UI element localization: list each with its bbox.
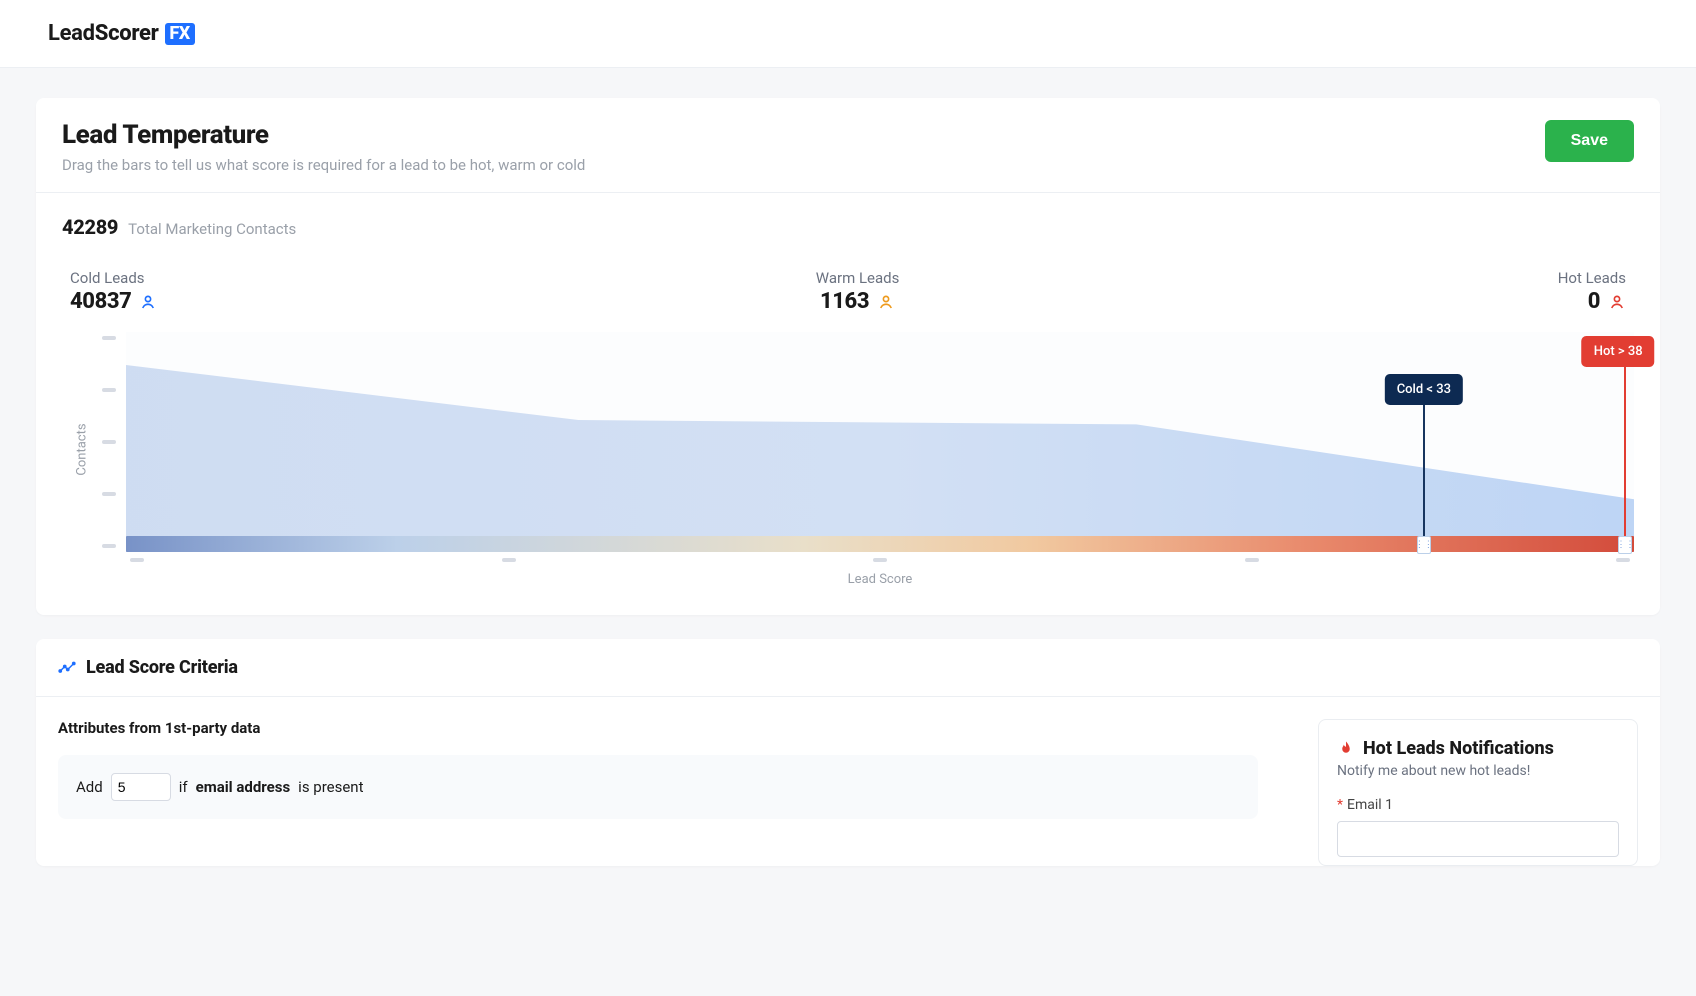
criteria-rules-column: Attributes from 1st-party data Add if em…	[58, 719, 1258, 866]
logo: LeadScorer FX	[48, 21, 195, 46]
rule-value-input[interactable]	[111, 773, 171, 801]
rule-attribute: email address	[196, 778, 291, 796]
logo-part-lead: Lead	[48, 21, 95, 46]
panel-header: Lead Temperature Drag the bars to tell u…	[36, 98, 1660, 193]
save-button[interactable]: Save	[1545, 120, 1634, 162]
criteria-header: Lead Score Criteria	[36, 639, 1660, 697]
total-contacts-value: 42289	[62, 215, 118, 239]
lead-score-criteria-panel: Lead Score Criteria Attributes from 1st-…	[36, 639, 1660, 866]
panel-title: Lead Temperature	[62, 120, 585, 150]
stat-hot: Hot Leads 0	[1558, 269, 1626, 314]
lead-temperature-panel: Lead Temperature Drag the bars to tell u…	[36, 98, 1660, 615]
person-icon	[877, 293, 895, 311]
x-axis-label: Lead Score	[126, 572, 1634, 587]
hot-notifications-title: Hot Leads Notifications	[1363, 738, 1554, 759]
email-input[interactable]	[1337, 821, 1619, 857]
y-axis-label: Contacts	[75, 423, 90, 475]
stat-hot-value: 0	[1588, 289, 1600, 314]
logo-part-scorer: Scorer	[95, 21, 159, 46]
score-gradient-bar	[126, 536, 1634, 552]
hot-threshold-flag: Hot > 38	[1582, 336, 1655, 367]
logo-text: LeadScorer	[48, 21, 159, 46]
stat-hot-label: Hot Leads	[1558, 269, 1626, 287]
hot-threshold-handle[interactable]: Hot > 38 ⋮⋮	[1624, 336, 1626, 552]
rule-suffix: is present	[298, 778, 363, 796]
criteria-title: Lead Score Criteria	[86, 657, 238, 678]
person-icon	[139, 293, 157, 311]
x-axis-ticks	[126, 552, 1634, 562]
top-bar: LeadScorer FX	[0, 0, 1696, 68]
cold-threshold-handle[interactable]: Cold < 33 ⋮⋮	[1423, 374, 1425, 552]
rule-prefix: Add	[76, 778, 103, 796]
stat-warm: Warm Leads 1163	[816, 269, 900, 314]
criteria-rule-row: Add if email address is present	[58, 755, 1258, 819]
logo-fx-badge: FX	[165, 23, 195, 45]
stat-cold-label: Cold Leads	[70, 269, 157, 287]
drag-handle-icon[interactable]: ⋮⋮	[1417, 536, 1431, 554]
total-contacts-row: 42289 Total Marketing Contacts	[62, 215, 1634, 239]
trend-icon	[58, 659, 76, 677]
person-icon	[1608, 293, 1626, 311]
flame-icon	[1337, 740, 1355, 758]
hot-notifications-card: Hot Leads Notifications Notify me about …	[1318, 719, 1638, 866]
total-contacts-label: Total Marketing Contacts	[128, 220, 296, 238]
panel-subtitle: Drag the bars to tell us what score is r…	[62, 156, 585, 174]
drag-handle-icon[interactable]: ⋮⋮	[1618, 536, 1632, 554]
stat-cold: Cold Leads 40837	[70, 269, 157, 314]
stat-warm-value: 1163	[820, 289, 869, 314]
chart-area-fill	[126, 332, 1634, 552]
cold-threshold-flag: Cold < 33	[1385, 374, 1463, 405]
rule-middle: if	[179, 778, 188, 796]
email-field-label: *Email 1	[1337, 797, 1619, 813]
y-axis-ticks	[102, 332, 116, 572]
hot-notifications-subtitle: Notify me about new hot leads!	[1337, 763, 1619, 779]
criteria-attr-title: Attributes from 1st-party data	[58, 719, 1258, 737]
required-marker: *	[1337, 797, 1343, 813]
stat-cold-value: 40837	[70, 289, 131, 314]
lead-distribution-chart: Contacts	[62, 332, 1634, 587]
chart-plot-area: Cold < 33 ⋮⋮ Hot > 38 ⋮⋮	[126, 332, 1634, 552]
stat-warm-label: Warm Leads	[816, 269, 900, 287]
